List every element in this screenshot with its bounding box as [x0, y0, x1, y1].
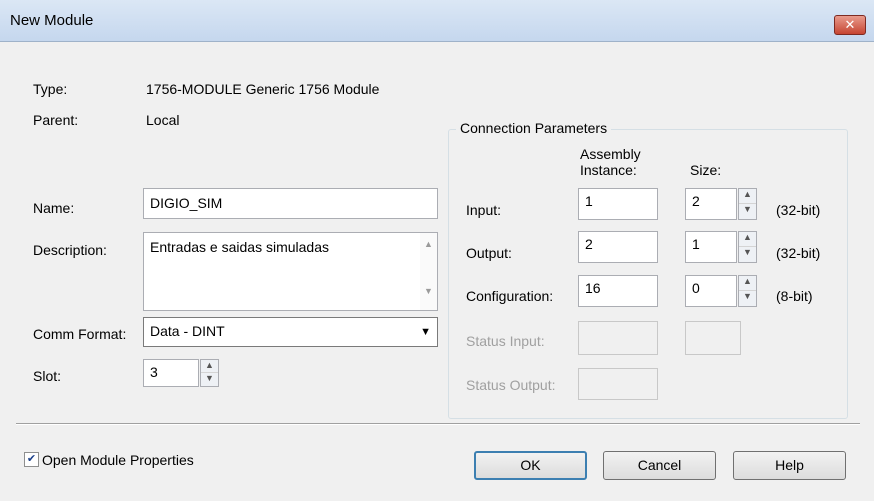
- input-size-stepper[interactable]: ▲ ▼: [738, 188, 757, 220]
- spin-down-icon[interactable]: ▼: [739, 291, 756, 306]
- spin-down-icon[interactable]: ▼: [739, 247, 756, 262]
- type-label: Type:: [33, 81, 68, 97]
- close-icon: ✕: [844, 17, 856, 32]
- slot-label: Slot:: [33, 368, 62, 384]
- scroll-up-icon: ▲: [424, 239, 433, 249]
- status-input-label: Status Input:: [466, 333, 545, 349]
- status-input-instance-field: [578, 321, 658, 355]
- input-label: Input:: [466, 202, 502, 218]
- configuration-label: Configuration:: [466, 288, 554, 304]
- checkmark-icon: ✔: [26, 453, 37, 465]
- ok-button[interactable]: OK: [474, 451, 587, 480]
- name-input[interactable]: DIGIO_SIM: [143, 188, 438, 219]
- spin-up-icon[interactable]: ▲: [739, 276, 756, 291]
- status-output-instance-field: [578, 368, 658, 400]
- status-input-size-field: [685, 321, 741, 355]
- comm-format-select[interactable]: Data - DINT ▼: [143, 317, 438, 347]
- output-instance-field[interactable]: 2: [578, 231, 658, 263]
- size-header: Size:: [690, 162, 722, 178]
- open-module-properties-checkbox[interactable]: ✔: [24, 452, 39, 467]
- input-instance-field[interactable]: 1: [578, 188, 658, 220]
- assembly-instance-header: Assembly Instance:: [580, 146, 641, 178]
- spin-up-icon[interactable]: ▲: [739, 232, 756, 247]
- scroll-down-icon: ▼: [424, 286, 433, 296]
- description-scrollbar[interactable]: ▲ ▼: [420, 233, 437, 310]
- cancel-button[interactable]: Cancel: [603, 451, 716, 480]
- description-textarea[interactable]: Entradas e saidas simuladas ▲ ▼: [143, 232, 438, 311]
- parent-label: Parent:: [33, 112, 79, 128]
- parent-value: Local: [146, 112, 180, 128]
- output-unit: (32-bit): [776, 245, 821, 261]
- output-label: Output:: [466, 245, 512, 261]
- spin-down-icon[interactable]: ▼: [201, 373, 218, 386]
- assembly-instance-header-line2: Instance:: [580, 162, 637, 178]
- slot-stepper[interactable]: ▲ ▼: [200, 359, 219, 387]
- spin-up-icon[interactable]: ▲: [739, 189, 756, 204]
- spin-up-icon[interactable]: ▲: [201, 360, 218, 373]
- configuration-instance-field[interactable]: 16: [578, 275, 658, 307]
- comm-format-value: Data - DINT: [150, 323, 225, 339]
- comm-format-label: Comm Format:: [33, 326, 127, 342]
- window-title: New Module: [10, 12, 94, 29]
- configuration-size-stepper[interactable]: ▲ ▼: [738, 275, 757, 307]
- separator: [16, 423, 860, 425]
- description-label: Description:: [33, 242, 107, 258]
- output-size-field[interactable]: 1: [685, 231, 737, 263]
- configuration-unit: (8-bit): [776, 288, 813, 304]
- description-text: Entradas e saidas simuladas: [150, 239, 329, 255]
- name-label: Name:: [33, 200, 75, 216]
- configuration-size-field[interactable]: 0: [685, 275, 737, 307]
- title-bar: New Module ✕: [0, 0, 874, 42]
- help-button[interactable]: Help: [733, 451, 846, 480]
- slot-input[interactable]: 3: [143, 359, 199, 387]
- connection-parameters-title: Connection Parameters: [456, 120, 612, 136]
- chevron-down-icon: ▼: [420, 326, 431, 338]
- open-module-properties-label[interactable]: Open Module Properties: [42, 452, 194, 468]
- input-unit: (32-bit): [776, 202, 821, 218]
- input-size-field[interactable]: 2: [685, 188, 737, 220]
- close-button[interactable]: ✕: [834, 15, 866, 35]
- type-value: 1756-MODULE Generic 1756 Module: [146, 81, 380, 97]
- status-output-label: Status Output:: [466, 377, 556, 393]
- output-size-stepper[interactable]: ▲ ▼: [738, 231, 757, 263]
- assembly-instance-header-line1: Assembly: [580, 146, 641, 162]
- spin-down-icon[interactable]: ▼: [739, 204, 756, 219]
